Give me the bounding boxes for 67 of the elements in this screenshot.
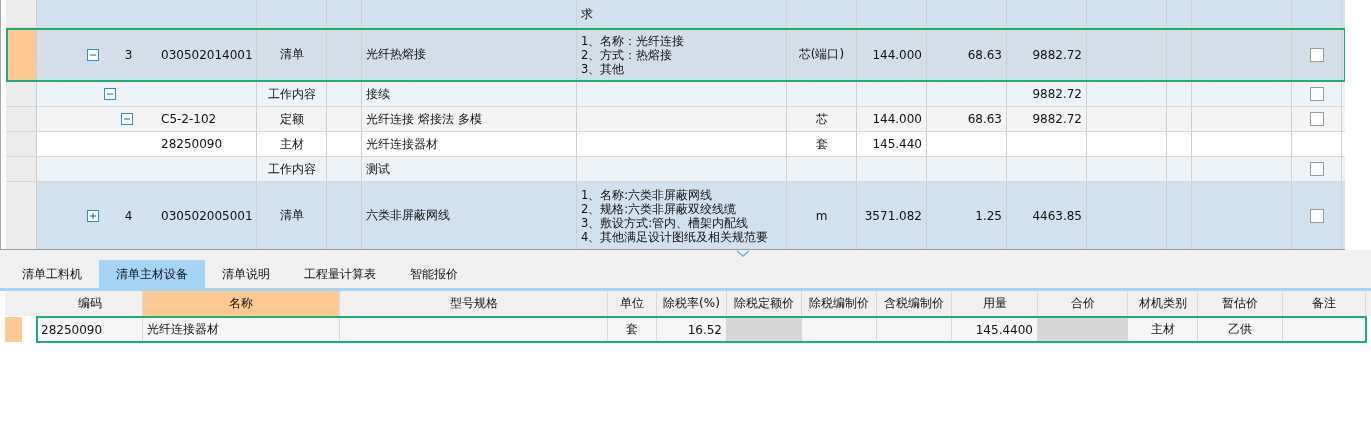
table-cell: 9882.72 [1032, 112, 1082, 126]
table-cell: 145.440 [872, 137, 922, 151]
tab[interactable]: 清单主材设备 [99, 260, 205, 288]
table-cell: 主材 [1150, 321, 1175, 338]
table-cell: 套 [815, 135, 828, 153]
table-cell: 主材 [279, 135, 304, 153]
tab[interactable]: 工程量计算表 [287, 260, 393, 288]
column-header[interactable]: 名称 [143, 291, 340, 316]
table-cell: 68.63 [967, 47, 1002, 62]
table-cell: 1、名称：光纤连接 2、方式：热熔接 3、其他 [581, 33, 685, 76]
row-header[interactable] [6, 28, 37, 81]
table-cell: 9882.72 [1032, 87, 1082, 101]
table-cell: 清单 [279, 46, 304, 63]
checkbox[interactable] [1309, 208, 1324, 223]
table-cell: 145.4400 [975, 322, 1033, 337]
checkbox[interactable] [1309, 112, 1324, 126]
table-cell: 测试 [366, 160, 390, 178]
table-cell: 工作内容 [267, 160, 316, 178]
table-cell: 68.63 [967, 112, 1002, 126]
checkbox[interactable] [1309, 47, 1324, 62]
table-row[interactable]: 4 030502005001 清单 六类非屏蔽网线 1、名称:六类非屏蔽网线 2、规格:六类非屏蔽双绞线缆 3、敷设方式:管内、槽架内配线 4、其他满足设计图纸及相关规范要 m 3571.082 1.25 4463.85 [6, 182, 1345, 249]
table-cell: 光纤连接器材 [147, 321, 219, 338]
collapse-icon[interactable] [87, 48, 99, 61]
table-row[interactable]: 工作内容 测试 [6, 157, 1345, 182]
table-cell: 144.000 [872, 47, 922, 62]
table-cell: 3571.082 [864, 208, 922, 223]
table-cell: 芯 [815, 110, 828, 128]
table-row[interactable]: 工作内容 接续 9882.72 [6, 82, 1345, 107]
checkbox[interactable] [1309, 162, 1324, 176]
collapse-icon[interactable] [121, 113, 133, 125]
table-cell: 28250090 [41, 322, 103, 337]
table-cell: 光纤热熔接 [366, 46, 426, 63]
expand-icon[interactable] [87, 209, 99, 222]
tab[interactable]: 清单说明 [205, 260, 287, 288]
table-cell: 144.000 [872, 112, 922, 126]
table-row[interactable]: 3 030502014001 清单 光纤热熔接 1、名称：光纤连接 2、方式：热熔接 3、其他 芯(端口) 144.000 68.63 9882.72 [6, 28, 1345, 82]
table-cell: 六类非屏蔽网线 [366, 207, 450, 224]
table-cell: 光纤连接 熔接法 多模 [366, 110, 482, 128]
table-cell: 4463.85 [1032, 208, 1082, 223]
table-row[interactable]: C5-2-102 定额 光纤连接 熔接法 多模 芯 144.000 68.63 9882.72 [6, 107, 1345, 132]
table-cell: 接续 [366, 85, 390, 103]
table-cell: 套 [626, 321, 638, 338]
collapse-icon[interactable] [104, 88, 116, 100]
table-cell: 030502014001 [161, 47, 253, 62]
table-cell: 28250090 [161, 137, 223, 151]
table-cell: 1、名称:六类非屏蔽网线 2、规格:六类非屏蔽双绞线缆 3、敷设方式:管内、槽架内配线 4、其他满足设计图纸及相关规范要 [581, 187, 769, 244]
row-number: 4 [123, 208, 134, 223]
table-row[interactable]: 28250090 主材 光纤连接器材 套 145.440 [6, 132, 1345, 157]
table-cell: 1.25 [975, 208, 1002, 223]
table-cell: 定额 [279, 110, 304, 128]
table-cell: m [815, 208, 828, 223]
table-cell: 清单 [279, 207, 304, 224]
row-number: 3 [123, 47, 134, 62]
checkbox[interactable] [1309, 87, 1324, 101]
table-cell: 乙供 [1228, 321, 1252, 338]
table-cell: 9882.72 [1032, 47, 1082, 62]
tab[interactable]: 智能报价 [393, 260, 475, 288]
table-cell: 030502005001 [161, 208, 253, 223]
table-row[interactable]: 求 [6, 0, 1345, 28]
table-cell: 求 [581, 6, 593, 21]
table-cell: 工作内容 [267, 85, 316, 103]
table-cell: 16.52 [687, 322, 722, 337]
table-cell: 光纤连接器材 [366, 135, 438, 153]
tab[interactable]: 清单工料机 [5, 260, 99, 288]
table-cell: C5-2-102 [161, 112, 217, 126]
table-cell: 芯(端口) [798, 46, 845, 63]
chevron-down-icon[interactable] [736, 250, 750, 258]
